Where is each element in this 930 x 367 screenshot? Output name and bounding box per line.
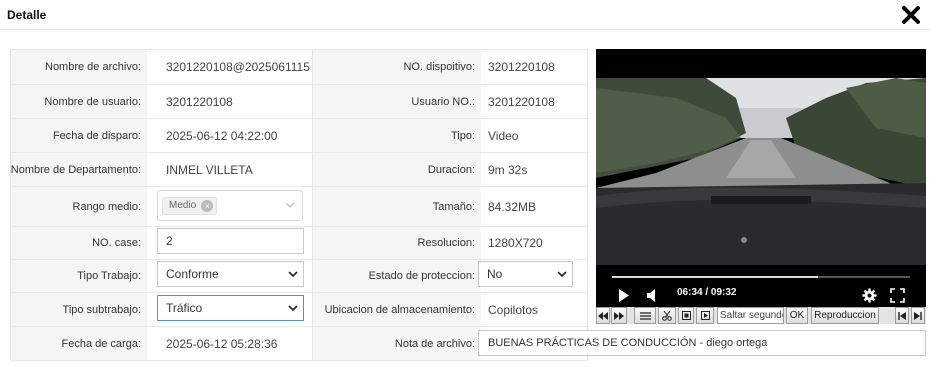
cut-button[interactable] — [658, 307, 676, 324]
player-toolbar: Saltar segundo OK Reproduccion — [596, 307, 926, 324]
upload-date-label: Fecha de carga: — [11, 327, 147, 360]
dialog-title: Detalle — [7, 8, 47, 22]
duration-value: 9m 32s — [488, 162, 528, 177]
media-range-chip-label: Medio — [169, 200, 197, 211]
size-label: Tamaño: — [312, 187, 481, 226]
ok-button-label: OK — [789, 310, 805, 321]
playback-button[interactable]: Reproduccion — [811, 307, 879, 324]
form-row: Fecha de disparo: 2025-06-12 04:22:00 Ti… — [11, 119, 589, 153]
media-range-label: Rango medio: — [11, 187, 147, 226]
work-subtype-select[interactable]: Tráfico — [157, 295, 304, 321]
case-number-value: 2 — [166, 234, 173, 248]
frame-icon — [681, 311, 691, 320]
frame-button[interactable] — [678, 307, 694, 324]
dialog-titlebar: Detalle — [0, 0, 930, 30]
file-note-label: Nota de archivo: — [312, 327, 481, 360]
skip-end-icon — [914, 311, 922, 320]
duration-label: Duracion: — [312, 153, 481, 186]
storage-location-value: Copilotos — [488, 302, 539, 317]
work-type-select[interactable]: Conforme — [157, 261, 304, 287]
file-note-value: BUENAS PRÁCTICAS DE CONDUCCIÓN - diego o… — [488, 337, 768, 349]
playback-button-label: Reproduccion — [814, 310, 876, 321]
list-button[interactable] — [634, 307, 656, 324]
fast-backward-button[interactable] — [596, 307, 610, 324]
chevron-down-icon — [285, 202, 295, 208]
video-controls: 06:34 / 09:32 — [596, 265, 926, 307]
video-time: 06:34 / 09:32 — [677, 287, 737, 298]
fast-forward-button[interactable] — [611, 307, 627, 324]
work-type-value: Conforme — [166, 267, 219, 281]
storage-location-label: Ubicacion de almacenamiento: — [312, 293, 481, 326]
media-range-select[interactable]: Medio × — [157, 190, 303, 221]
close-icon[interactable] — [900, 4, 922, 26]
protection-status-select[interactable]: No — [478, 261, 573, 287]
resolution-value: 1280X720 — [488, 236, 543, 250]
chevron-down-icon — [557, 271, 567, 278]
file-name-label: Nombre de archivo: — [11, 50, 147, 84]
department-label: Nombre de Departamento: — [11, 153, 147, 186]
media-range-chip: Medio × — [162, 197, 218, 215]
chevron-down-icon — [288, 271, 298, 278]
fast-backward-icon — [598, 311, 608, 320]
trigger-date-value: 2025-06-12 04:22:00 — [166, 128, 278, 143]
department-value: INMEL VILLETA — [166, 162, 253, 177]
fast-forward-icon — [614, 311, 624, 320]
video-frame — [596, 78, 926, 265]
user-number-value: 3201220108 — [488, 94, 555, 109]
volume-icon[interactable] — [646, 289, 658, 302]
device-number-label: NO. dispoitivo: — [312, 50, 481, 84]
remove-chip-icon[interactable]: × — [201, 200, 214, 212]
work-subtype-label: Tipo subtrabajo: — [11, 293, 147, 326]
skip-end-button[interactable] — [911, 307, 925, 324]
resolution-label: Resolucion: — [312, 227, 481, 259]
work-subtype-value: Tráfico — [166, 301, 203, 315]
type-value: Video — [488, 128, 519, 143]
form-row: Nombre de archivo: 3201220108@2025061115… — [11, 50, 589, 85]
file-note-input[interactable]: BUENAS PRÁCTICAS DE CONDUCCIÓN - diego o… — [478, 330, 926, 356]
trigger-date-label: Fecha de disparo: — [11, 119, 147, 152]
list-icon — [639, 311, 651, 320]
form-row: Nombre de usuario: 3201220108 Usuario NO… — [11, 85, 589, 119]
detail-form: Nombre de archivo: 3201220108@2025061115… — [10, 49, 589, 361]
video-player[interactable]: 06:34 / 09:32 — [596, 49, 926, 307]
chevron-down-icon — [288, 305, 298, 312]
scissors-icon — [662, 310, 672, 321]
video-progress-bar[interactable] — [612, 276, 910, 278]
case-number-label: NO. case: — [11, 227, 147, 259]
form-row: Nombre de Departamento: INMEL VILLETA Du… — [11, 153, 589, 187]
user-name-label: Nombre de usuario: — [11, 85, 147, 118]
file-name-value: 3201220108@2025061115 — [166, 60, 310, 74]
video-progress-fill — [612, 276, 818, 278]
skip-seconds-placeholder: Saltar segundo — [720, 310, 784, 321]
play-icon[interactable] — [618, 289, 630, 302]
settings-icon[interactable] — [862, 288, 877, 303]
case-number-input[interactable]: 2 — [157, 228, 304, 254]
skip-start-button[interactable] — [895, 307, 909, 324]
user-name-value: 3201220108 — [166, 94, 233, 109]
skip-start-icon — [898, 311, 906, 320]
device-number-value: 3201220108 — [488, 60, 555, 74]
size-value: 84.32MB — [488, 199, 537, 214]
protection-status-value: No — [487, 267, 503, 281]
ok-button[interactable]: OK — [786, 307, 808, 324]
skip-seconds-input[interactable]: Saltar segundo — [717, 307, 784, 324]
type-label: Tipo: — [312, 119, 481, 152]
protection-status-label: Estado de proteccion: — [312, 260, 481, 292]
fullscreen-icon[interactable] — [890, 288, 905, 303]
play-frame-icon — [700, 311, 710, 320]
work-type-label: Tipo Trabajo: — [11, 260, 147, 292]
play-frame-button[interactable] — [696, 307, 714, 324]
upload-date-value: 2025-06-12 05:28:36 — [166, 336, 278, 351]
user-number-label: Usuario NO.: — [312, 85, 481, 118]
